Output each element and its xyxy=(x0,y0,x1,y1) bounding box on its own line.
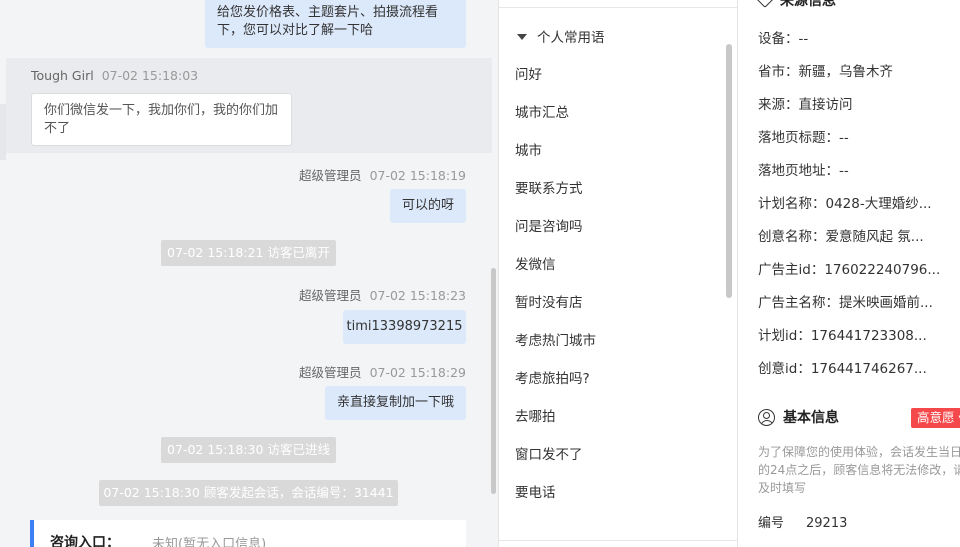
agent-message-bubble: timi13398973215 xyxy=(343,310,466,344)
info-row: 创意名称：爱意随风起 氛... xyxy=(758,229,924,245)
info-notice: 为了保障您的使用体验，会话发生当日的24点之后，顾客信息将无法修改，请及时填写 xyxy=(758,445,960,495)
source-info-header: 来源信息 xyxy=(755,0,836,10)
divider xyxy=(499,7,739,8)
info-row: 落地页标题：-- xyxy=(758,130,849,146)
system-notice: 07-02 15:18:21 访客已离开 xyxy=(161,240,336,266)
agent-time: 07-02 15:18:29 xyxy=(369,365,466,380)
user-circle-icon xyxy=(758,408,775,426)
message-text: timi13398973215 xyxy=(346,319,463,334)
agent-name: 超级管理员 xyxy=(299,365,362,380)
agent-message-bubble: 给您发价格表、主题套片、拍摄流程看 下，您可以对比了解一下哈 xyxy=(205,0,466,48)
info-row: 创意id：176441746267... xyxy=(758,361,927,377)
phrase-group-title: 个人常用语 xyxy=(537,30,605,46)
phrase-item[interactable]: 问是咨询吗 xyxy=(515,215,583,235)
customer-info-panel: 来源信息 设备：-- 省市：新疆，乌鲁木齐 来源：直接访问 落地页标题：-- 落… xyxy=(738,0,960,547)
info-row: 设备：-- xyxy=(758,31,809,47)
phrase-item[interactable]: 要电话 xyxy=(515,481,556,501)
info-row: 省市：新疆，乌鲁木齐 xyxy=(758,64,893,80)
visitor-time: 07-02 15:18:03 xyxy=(101,68,199,83)
visitor-name: Tough Girl xyxy=(31,68,94,83)
visitor-message-bubble: 你们微信发一下，我加你们，我的你们加 不了 xyxy=(31,93,292,146)
phrase-group-header[interactable]: 个人常用语 xyxy=(517,26,605,46)
phrase-item[interactable]: 问好 xyxy=(515,63,542,83)
intent-badge-label: 高意愿 xyxy=(917,410,955,425)
entry-card: 咨询入口： 未知(暂无入口信息) xyxy=(30,520,466,547)
info-row: 来源：直接访问 xyxy=(758,97,853,113)
system-notice: 07-02 15:18:30 访客已进线 xyxy=(161,437,336,463)
system-notice: 07-02 15:18:30 顾客发起会话，会话编号：31441 xyxy=(99,480,398,506)
phrases-scrollbar[interactable] xyxy=(726,44,732,298)
info-row: 广告主id：176022240796... xyxy=(758,262,941,278)
agent-sender: 超级管理员 07-02 15:18:23 xyxy=(299,285,466,304)
agent-name: 超级管理员 xyxy=(299,168,362,183)
message-text: 可以的呀 xyxy=(401,198,454,213)
chat-panel: 给您发价格表、主题套片、拍摄流程看 下，您可以对比了解一下哈 Tough Gir… xyxy=(0,0,498,547)
phrase-item[interactable]: 暂时没有店 xyxy=(515,291,583,311)
source-icon xyxy=(755,0,775,8)
message-line: 给您发价格表、主题套片、拍摄流程看 xyxy=(217,5,439,20)
info-row: 广告主名称：提米映画婚前... xyxy=(758,295,933,311)
visitor-sender: Tough Girl 07-02 15:18:03 xyxy=(31,68,198,83)
phrase-item[interactable]: 城市 xyxy=(515,139,542,159)
id-row: 编号 29213 xyxy=(758,512,847,531)
chat-scrollbar[interactable] xyxy=(491,268,496,494)
agent-time: 07-02 15:18:23 xyxy=(369,288,466,303)
divider xyxy=(499,540,739,541)
phrase-item[interactable]: 发微信 xyxy=(515,253,556,273)
id-value: 29213 xyxy=(806,516,848,531)
phrases-panel: 个人常用语 问好 城市汇总 城市 要联系方式 问是咨询吗 发微信 暂时没有店 考… xyxy=(498,0,739,547)
agent-time: 07-02 15:18:19 xyxy=(369,168,466,183)
side-tab xyxy=(0,104,6,160)
message-line: 下，您可以对比了解一下哈 xyxy=(217,23,374,38)
agent-message-bubble: 可以的呀 xyxy=(390,189,466,223)
phrase-item[interactable]: 去哪拍 xyxy=(515,405,556,425)
source-info-title: 来源信息 xyxy=(780,0,836,9)
phrase-item[interactable]: 城市汇总 xyxy=(515,101,569,121)
agent-sender: 超级管理员 07-02 15:18:19 xyxy=(299,165,466,184)
agent-name: 超级管理员 xyxy=(299,288,362,303)
message-line: 不了 xyxy=(44,121,71,136)
agent-message-bubble: 亲直接复制加一下哦 xyxy=(325,386,466,420)
phrase-item[interactable]: 考虑旅拍吗? xyxy=(515,367,590,387)
id-label: 编号 xyxy=(758,516,785,531)
message-text: 亲直接复制加一下哦 xyxy=(336,395,454,410)
phrase-item[interactable]: 窗口发不了 xyxy=(515,443,583,463)
message-line: 你们微信发一下，我加你们，我的你们加 xyxy=(44,103,279,118)
basic-info-title: 基本信息 xyxy=(783,410,839,426)
intent-badge[interactable]: 高意愿 ▾ xyxy=(911,408,960,428)
info-row: 落地页地址：-- xyxy=(758,163,849,179)
entry-value: 未知(暂无入口信息) xyxy=(152,537,267,547)
entry-label: 咨询入口： xyxy=(50,535,120,547)
info-row: 计划名称：0428-大理婚纱... xyxy=(758,196,932,212)
info-row: 计划id：176441723308... xyxy=(758,328,927,344)
caret-down-icon xyxy=(517,34,527,40)
phrase-item[interactable]: 要联系方式 xyxy=(515,177,583,197)
phrase-item[interactable]: 考虑热门城市 xyxy=(515,329,596,349)
basic-info-header: 基本信息 xyxy=(758,407,839,427)
agent-sender: 超级管理员 07-02 15:18:29 xyxy=(299,362,466,381)
